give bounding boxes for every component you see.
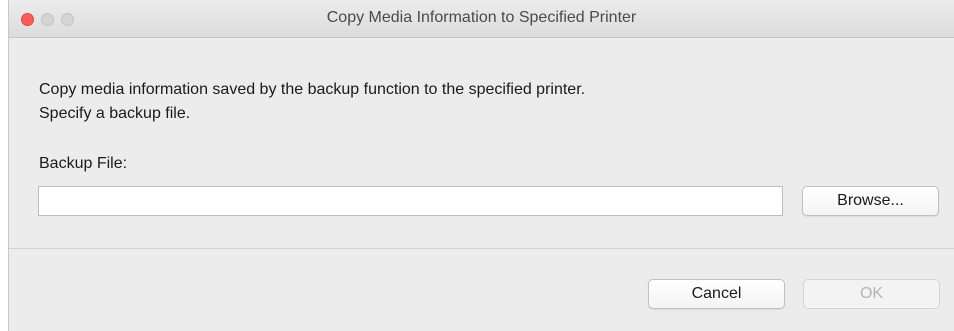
- cancel-button[interactable]: Cancel: [648, 279, 785, 309]
- ok-button[interactable]: OK: [803, 279, 940, 309]
- description-line-1: Copy media information saved by the back…: [39, 81, 586, 98]
- dialog-description: Copy media information saved by the back…: [39, 78, 585, 126]
- backup-file-label: Backup File:: [39, 155, 128, 172]
- dialog-window: Copy Media Information to Specified Prin…: [8, 0, 954, 331]
- title-bar: Copy Media Information to Specified Prin…: [9, 0, 954, 38]
- footer-separator: [9, 248, 954, 249]
- window-title: Copy Media Information to Specified Prin…: [326, 9, 637, 26]
- dialog-content: Copy media information saved by the back…: [9, 38, 954, 248]
- description-line-2: Specify a backup file.: [39, 105, 191, 122]
- browse-button[interactable]: Browse...: [802, 186, 939, 216]
- backup-file-input[interactable]: [38, 186, 783, 216]
